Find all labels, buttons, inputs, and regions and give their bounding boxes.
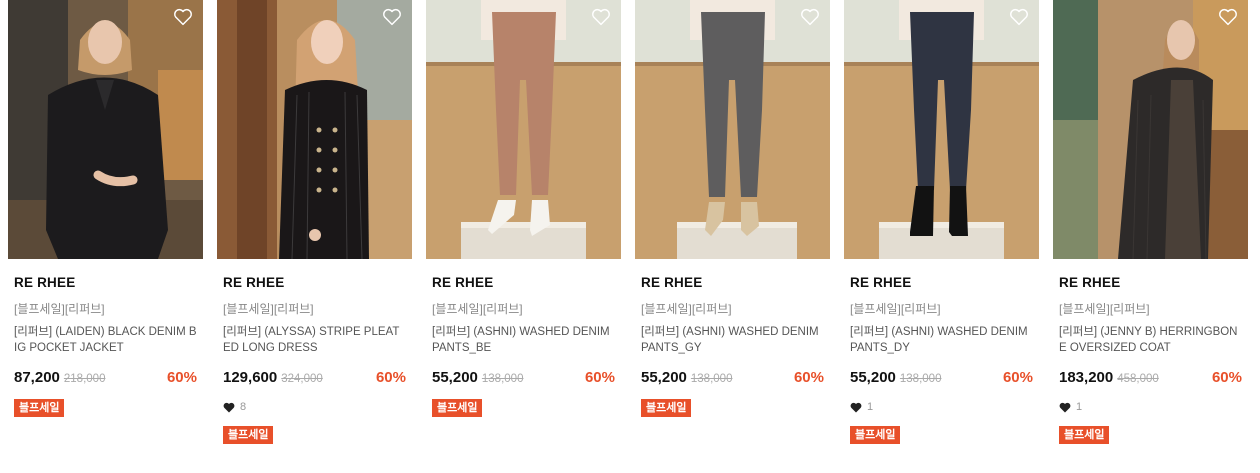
like-count-value: 1: [1076, 401, 1083, 413]
discount-rate: 60%: [375, 369, 406, 386]
like-count-value: 1: [867, 401, 874, 413]
sale-price: 183,200: [1059, 369, 1114, 386]
discount-rate: 60%: [793, 369, 824, 386]
sale-price: 87,200: [14, 369, 60, 386]
original-price: 218,000: [63, 373, 106, 385]
price-row: 87,200 218,000 60%: [14, 369, 197, 389]
product-image[interactable]: [1053, 0, 1248, 259]
sale-badge: 블프세일: [641, 399, 692, 417]
promo-tags: [블프세일][리퍼브]: [223, 302, 314, 316]
product-name[interactable]: [리퍼브] (ASHNI) WASHED DENIM PANTS_DY: [850, 324, 1033, 356]
product-name[interactable]: [리퍼브] (ASHNI) WASHED DENIM PANTS_BE: [432, 324, 615, 356]
like-count[interactable]: 1: [1059, 400, 1242, 414]
product-name[interactable]: [리퍼브] (ALYSSA) STRIPE PLEATED LONG DRESS: [223, 324, 406, 356]
brand-name[interactable]: RE RHEE: [641, 275, 824, 291]
wishlist-heart-icon[interactable]: [172, 6, 194, 28]
discount-rate: 60%: [166, 369, 197, 386]
product-name[interactable]: [리퍼브] (JENNY B) HERRINGBONE OVERSIZED CO…: [1059, 324, 1242, 356]
wishlist-heart-icon[interactable]: [799, 6, 821, 28]
product-image[interactable]: [426, 0, 621, 259]
discount-rate: 60%: [1211, 369, 1242, 386]
product-image[interactable]: [8, 0, 203, 259]
brand-name[interactable]: RE RHEE: [14, 275, 197, 291]
sale-price: 55,200: [641, 369, 687, 386]
product-name[interactable]: [리퍼브] (LAIDEN) BLACK DENIM BIG POCKET JA…: [14, 324, 197, 356]
price-row: 129,600 324,000 60%: [223, 369, 406, 389]
wishlist-heart-icon[interactable]: [381, 6, 403, 28]
product-card[interactable]: RE RHEE [블프세일][리퍼브] [리퍼브] (JENNY B) HERR…: [1053, 0, 1248, 444]
product-photo-pants-navy: [844, 0, 1039, 259]
product-card[interactable]: RE RHEE [블프세일][리퍼브] [리퍼브] (ASHNI) WASHED…: [426, 0, 621, 444]
brand-name[interactable]: RE RHEE: [223, 275, 406, 291]
like-count[interactable]: 8: [223, 400, 406, 414]
sale-badge: 블프세일: [14, 399, 65, 417]
promo-tags: [블프세일][리퍼브]: [850, 302, 941, 316]
product-card[interactable]: RE RHEE [블프세일][리퍼브] [리퍼브] (ASHNI) WASHED…: [844, 0, 1039, 444]
discount-rate: 60%: [1002, 369, 1033, 386]
like-heart-icon: [223, 402, 235, 412]
product-photo-pants-beige: [426, 0, 621, 259]
brand-name[interactable]: RE RHEE: [1059, 275, 1242, 291]
promo-tags: [블프세일][리퍼브]: [14, 302, 105, 316]
price-row: 55,200 138,000 60%: [432, 369, 615, 389]
promo-tags: [블프세일][리퍼브]: [432, 302, 523, 316]
sale-badge: 블프세일: [1059, 426, 1110, 444]
promo-tags: [블프세일][리퍼브]: [1059, 302, 1150, 316]
product-image[interactable]: [635, 0, 830, 259]
price-row: 55,200 138,000 60%: [850, 369, 1033, 389]
product-photo-coat: [1053, 0, 1248, 259]
wishlist-heart-icon[interactable]: [590, 6, 612, 28]
product-card[interactable]: RE RHEE [블프세일][리퍼브] [리퍼브] (ALYSSA) STRIP…: [217, 0, 412, 444]
original-price: 138,000: [481, 373, 524, 385]
sale-price: 55,200: [850, 369, 896, 386]
original-price: 138,000: [899, 373, 942, 385]
sale-badge: 블프세일: [432, 399, 483, 417]
product-image[interactable]: [844, 0, 1039, 259]
original-price: 458,000: [1117, 373, 1159, 385]
sale-price: 129,600: [223, 369, 278, 386]
like-heart-icon: [1059, 402, 1071, 412]
product-grid: RE RHEE [블프세일][리퍼브] [리퍼브] (LAIDEN) BLACK…: [8, 0, 1248, 444]
product-name[interactable]: [리퍼브] (ASHNI) WASHED DENIM PANTS_GY: [641, 324, 824, 356]
brand-name[interactable]: RE RHEE: [850, 275, 1033, 291]
sale-badge: 블프세일: [850, 426, 901, 444]
sale-badge: 블프세일: [223, 426, 274, 444]
sale-price: 55,200: [432, 369, 478, 386]
wishlist-heart-icon[interactable]: [1217, 6, 1239, 28]
discount-rate: 60%: [584, 369, 615, 386]
brand-name[interactable]: RE RHEE: [432, 275, 615, 291]
product-image[interactable]: [217, 0, 412, 259]
like-heart-icon: [850, 402, 862, 412]
like-count-value: 8: [240, 401, 247, 413]
product-photo-jacket: [8, 0, 203, 259]
product-photo-dress: [217, 0, 412, 259]
promo-tags: [블프세일][리퍼브]: [641, 302, 732, 316]
product-photo-pants-gray: [635, 0, 830, 259]
original-price: 138,000: [690, 373, 733, 385]
original-price: 324,000: [281, 373, 323, 385]
price-row: 183,200 458,000 60%: [1059, 369, 1242, 389]
like-count[interactable]: 1: [850, 400, 1033, 414]
wishlist-heart-icon[interactable]: [1008, 6, 1030, 28]
product-card[interactable]: RE RHEE [블프세일][리퍼브] [리퍼브] (LAIDEN) BLACK…: [8, 0, 203, 444]
price-row: 55,200 138,000 60%: [641, 369, 824, 389]
product-card[interactable]: RE RHEE [블프세일][리퍼브] [리퍼브] (ASHNI) WASHED…: [635, 0, 830, 444]
